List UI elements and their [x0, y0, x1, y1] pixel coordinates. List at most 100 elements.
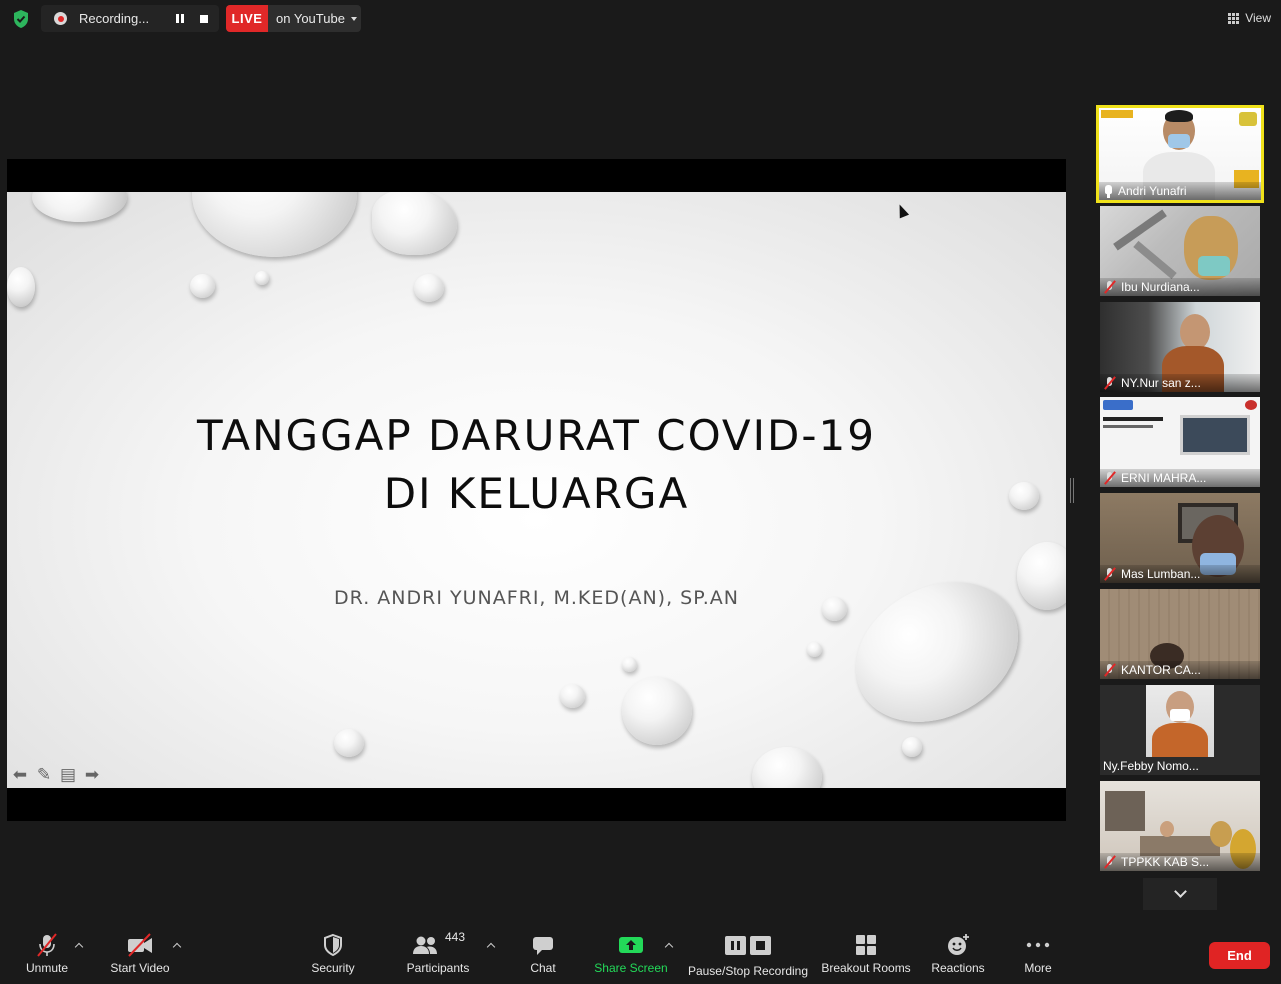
end-meeting-button[interactable]: End	[1209, 942, 1270, 969]
stop-icon	[200, 14, 208, 23]
participants-options-caret[interactable]	[486, 941, 496, 949]
slide-menu-icon[interactable]: ▤	[58, 766, 78, 783]
water-drop-decoration	[255, 271, 269, 285]
chat-icon	[533, 937, 553, 955]
pause-icon	[176, 14, 184, 23]
slide-title-line-1: TANGGAP DARURAT COVID-19	[197, 411, 876, 460]
stop-recording-button[interactable]	[193, 8, 215, 30]
microphone-muted-icon	[37, 933, 57, 957]
participant-video[interactable]: KANTOR CA...	[1100, 589, 1260, 679]
participant-name: Ibu Nurdiana...	[1121, 280, 1200, 294]
water-drop-decoration	[32, 192, 127, 222]
participant-name-bar: KANTOR CA...	[1100, 661, 1260, 679]
audio-options-caret[interactable]	[74, 941, 84, 949]
previous-slide-icon[interactable]: ⬅	[10, 766, 30, 783]
participant-hair	[1165, 110, 1193, 122]
water-drop-decoration	[372, 192, 457, 255]
face-mask	[1170, 709, 1190, 721]
share-screen-button[interactable]: Share Screen	[594, 930, 668, 975]
water-drop-decoration	[622, 657, 637, 672]
water-drop-decoration	[807, 642, 822, 657]
share-screen-label: Share Screen	[594, 961, 668, 975]
recording-label: Recording...	[79, 11, 150, 26]
chat-label: Chat	[530, 961, 556, 975]
water-drop-decoration	[7, 267, 35, 307]
water-drop-decoration	[192, 192, 357, 257]
banner-graphic	[1103, 425, 1153, 428]
recording-dot-icon	[54, 12, 67, 25]
participant-avatar	[1180, 314, 1210, 350]
banner-graphic	[1245, 400, 1257, 410]
participants-icon	[412, 936, 437, 954]
reactions-icon	[948, 934, 969, 955]
more-label: More	[1024, 961, 1052, 975]
participant-name: KANTOR CA...	[1121, 663, 1201, 677]
live-destination-label: on YouTube	[276, 11, 345, 26]
slide-presenter: DR. ANDRI YUNAFRI, M.KED(AN), SP.AN	[334, 587, 739, 609]
banner-graphic	[1103, 400, 1133, 410]
participant-body	[1152, 723, 1208, 757]
participant-name-bar: ERNI MAHRA...	[1100, 469, 1260, 487]
chevron-down-icon	[1173, 885, 1187, 898]
participant-name-bar: Ny.Febby Nomo...	[1100, 757, 1260, 775]
slide-title-line-2: DI KELUARGA	[383, 469, 690, 518]
recording-indicator: Recording...	[41, 5, 219, 32]
security-button[interactable]: Security	[306, 930, 360, 975]
unmute-label: Unmute	[25, 961, 69, 975]
live-destination: on YouTube	[268, 5, 357, 32]
caret-down-icon	[350, 16, 357, 21]
banner-graphic	[1180, 415, 1250, 455]
mic-muted-icon	[1103, 663, 1117, 677]
wall-pattern	[1133, 240, 1177, 280]
share-options-caret[interactable]	[664, 941, 674, 949]
panel-resize-handle[interactable]	[1070, 478, 1074, 503]
slide-title: TANGGAP DARURAT COVID-19 DI KELUARGA	[7, 407, 1066, 523]
participant-video[interactable]: Mas Lumban...	[1100, 493, 1260, 583]
more-button[interactable]: More	[1016, 930, 1060, 975]
participant-video[interactable]: Ny.Febby Nomo...	[1100, 685, 1260, 775]
breakout-rooms-icon	[856, 935, 876, 955]
participant-video[interactable]: NY.Nur san z...	[1100, 302, 1260, 392]
pause-stop-recording-button[interactable]: Pause/Stop Recording	[686, 930, 810, 978]
view-button[interactable]: View	[1228, 8, 1271, 28]
water-drop-decoration	[752, 747, 822, 788]
breakout-rooms-label: Breakout Rooms	[821, 961, 911, 975]
encryption-shield-icon[interactable]	[12, 9, 30, 29]
participant-name: ERNI MAHRA...	[1121, 471, 1207, 485]
participants-button[interactable]: 443 Participants	[404, 930, 472, 975]
presentation-slide: TANGGAP DARURAT COVID-19 DI KELUARGA DR.…	[7, 192, 1066, 788]
live-badge: LIVE	[226, 5, 268, 32]
start-video-button[interactable]: Start Video	[106, 930, 174, 975]
security-label: Security	[311, 961, 355, 975]
participant-video-active-speaker[interactable]: Andri Yunafri	[1096, 105, 1264, 203]
slideshow-controls: ⬅ ✎ ▤ ➡	[10, 766, 102, 783]
participant-name: Mas Lumban...	[1121, 567, 1201, 581]
shield-icon	[324, 933, 342, 957]
participant-video[interactable]: TPPKK KAB S...	[1100, 781, 1260, 871]
grid-view-icon	[1228, 12, 1240, 24]
participant-name-bar: Mas Lumban...	[1100, 565, 1260, 583]
video-options-caret[interactable]	[172, 941, 182, 949]
participant-video[interactable]: ERNI MAHRA...	[1100, 397, 1260, 487]
mic-muted-icon	[1103, 855, 1117, 869]
participant-name-bar: NY.Nur san z...	[1100, 374, 1260, 392]
participant-avatar	[1160, 821, 1174, 837]
unmute-button[interactable]: Unmute	[22, 930, 72, 975]
more-dots-icon	[1026, 942, 1050, 948]
participant-name-bar: Ibu Nurdiana...	[1100, 278, 1260, 296]
pause-recording-button[interactable]	[169, 8, 191, 30]
participant-name: TPPKK KAB S...	[1121, 855, 1210, 869]
banner-graphic	[1239, 112, 1257, 126]
reactions-button[interactable]: Reactions	[928, 930, 988, 975]
gallery-scroll-down-button[interactable]	[1143, 878, 1217, 910]
breakout-rooms-button[interactable]: Breakout Rooms	[820, 930, 912, 975]
water-drop-decoration	[414, 274, 444, 302]
mic-muted-icon	[1103, 280, 1117, 294]
chat-button[interactable]: Chat	[520, 930, 566, 975]
participant-avatar	[1210, 821, 1232, 847]
next-slide-icon[interactable]: ➡	[82, 766, 102, 783]
participant-video[interactable]: Ibu Nurdiana...	[1100, 206, 1260, 296]
pen-tool-icon[interactable]: ✎	[34, 766, 54, 783]
live-stream-indicator[interactable]: LIVE on YouTube	[226, 5, 361, 32]
water-drop-decoration	[622, 677, 692, 745]
